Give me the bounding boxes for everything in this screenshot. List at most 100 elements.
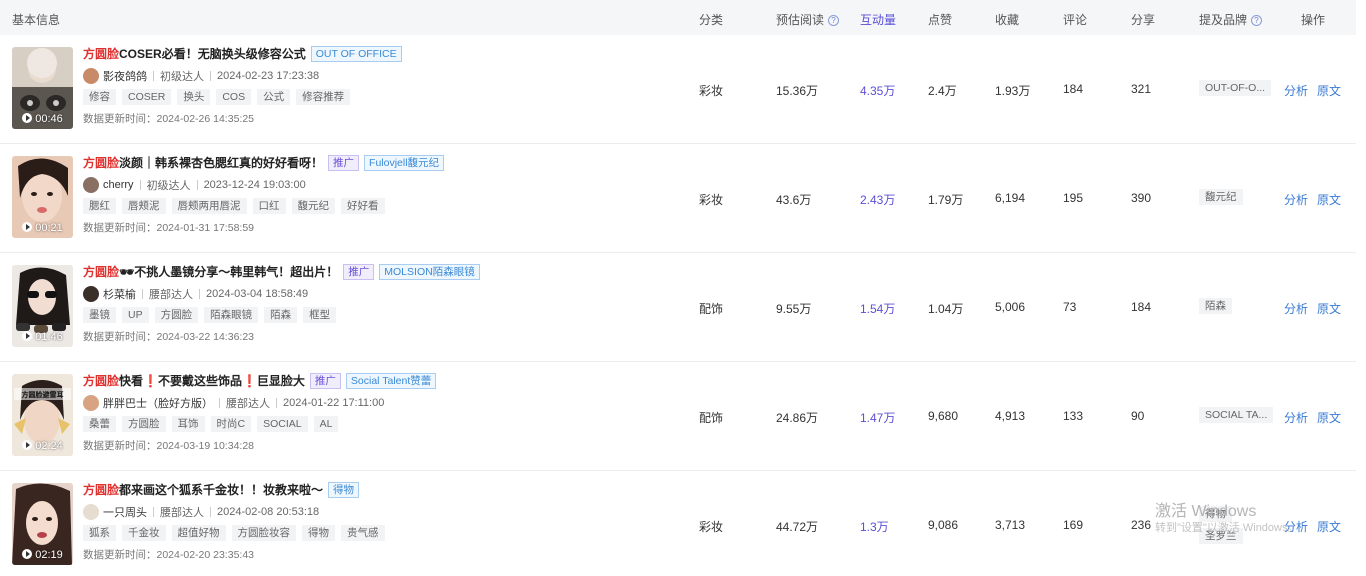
duration-text: 01:46 <box>35 331 63 343</box>
reads-value: 24.86万 <box>776 411 819 425</box>
reads-value: 15.36万 <box>776 84 819 98</box>
post-title[interactable]: 方圆脸COSER必看！无脑换头级修容公式 OUT OF OFFICE <box>83 45 402 62</box>
shares-value: 321 <box>1131 82 1152 96</box>
update-time: 数据更新时间：2024-03-19 10:34:28 <box>83 438 254 453</box>
col-category[interactable]: 分类 <box>699 11 723 28</box>
duration-text: 02:24 <box>35 440 63 452</box>
author-level: 腰部达人 <box>226 398 270 410</box>
title-keyword: 方圆脸 <box>83 483 120 497</box>
activation-watermark-title: 激活 Windows <box>1155 503 1257 520</box>
original-link[interactable]: 原文 <box>1317 300 1341 317</box>
promo-badge: 推广 <box>309 373 341 389</box>
likes-value: 9,086 <box>928 518 959 532</box>
duration-text: 00:46 <box>35 113 63 125</box>
tag: 方圆脸妆容 <box>231 525 296 541</box>
avatar[interactable] <box>83 504 99 520</box>
brand-badge: OUT OF OFFICE <box>310 46 402 62</box>
tag: UP <box>122 307 149 323</box>
thumbnail-caption: 方圆脸避雷耳 <box>21 392 64 399</box>
author-name[interactable]: 杉菜榆 <box>103 286 136 302</box>
original-link[interactable]: 原文 <box>1317 191 1341 208</box>
tag: 陌森眼镜 <box>204 307 259 323</box>
original-link[interactable]: 原文 <box>1317 82 1341 99</box>
tag: 得物 <box>302 525 335 541</box>
brand-badge: MOLSION陌森眼镜 <box>379 264 480 280</box>
author-name[interactable]: 影夜鸽鸽 <box>103 68 147 84</box>
author-line: 影夜鸽鸽 初级达人 2024-02-23 17:23:38 <box>83 68 319 84</box>
analyze-link[interactable]: 分析 <box>1284 191 1308 208</box>
col-interact[interactable]: 互动量 <box>860 11 896 28</box>
video-thumbnail[interactable]: 方圆脸避雷耳 02:24 <box>12 374 73 456</box>
video-thumbnail[interactable]: 00:21 <box>12 156 73 238</box>
help-icon[interactable]: ? <box>828 15 840 26</box>
category-value: 彩妆 <box>699 84 724 98</box>
update-time: 数据更新时间：2024-03-22 14:36:23 <box>83 329 254 344</box>
comments-value: 169 <box>1063 518 1084 532</box>
original-link[interactable]: 原文 <box>1317 518 1341 535</box>
update-value: 2024-02-20 23:35:43 <box>156 549 255 561</box>
tag: 耳饰 <box>171 416 205 432</box>
tag: 陌森 <box>264 307 298 323</box>
shares-value: 184 <box>1131 300 1152 314</box>
tag: 方圆脸 <box>154 307 199 323</box>
author-name[interactable]: cherry <box>103 179 134 191</box>
col-shares[interactable]: 分享 <box>1131 11 1155 28</box>
avatar[interactable] <box>83 177 99 193</box>
col-reads-label: 预估阅读 <box>776 13 825 27</box>
comments-value: 195 <box>1063 191 1084 205</box>
tag: 好好看 <box>341 198 385 214</box>
interact-value: 1.47万 <box>860 411 896 425</box>
author-name[interactable]: 胖胖巴士（脸好方版） <box>103 395 213 411</box>
col-comments[interactable]: 评论 <box>1063 11 1087 28</box>
table-row: 02:19 方圆脸都来画这个狐系千金妆！！妆教来啦～ 得物 一只周头 腰部达人 2… <box>0 471 1356 576</box>
analyze-link[interactable]: 分析 <box>1284 409 1308 426</box>
update-value: 2024-03-22 14:36:23 <box>156 331 255 343</box>
title-text: 淡颜｜韩系裸杏色腮红真的好好看呀！ <box>119 156 324 170</box>
tag: COS <box>216 89 252 105</box>
title-text: 快看❗不要戴这些饰品❗巨显脸大 <box>119 374 305 388</box>
update-value: 2024-02-26 14:35:25 <box>156 113 255 125</box>
video-thumbnail[interactable]: 02:19 <box>12 483 73 565</box>
tag: 千金妆 <box>122 525 166 541</box>
shares-value: 236 <box>1131 518 1152 532</box>
reads-value: 44.72万 <box>776 520 819 534</box>
play-icon <box>22 440 33 450</box>
tag: 桑蕾 <box>83 416 116 432</box>
tag-list: 桑蕾 方圆脸 耳饰 时尚C SOCIAL AL <box>83 416 344 432</box>
update-label: 数据更新时间： <box>83 549 157 561</box>
category-value: 配饰 <box>699 411 724 425</box>
title-keyword: 方圆脸 <box>83 47 120 61</box>
author-line: cherry 初级达人 2023-12-24 19:03:00 <box>83 177 306 193</box>
avatar[interactable] <box>83 286 99 302</box>
col-favs[interactable]: 收藏 <box>995 11 1019 28</box>
video-thumbnail[interactable]: 00:46 <box>12 47 73 129</box>
post-title[interactable]: 方圆脸🕶不挑人墨镜分享～韩里韩气！超出片！ 推广 MOLSION陌森眼镜 <box>83 263 480 280</box>
col-likes[interactable]: 点赞 <box>928 11 952 28</box>
play-icon <box>22 549 33 559</box>
col-reads[interactable]: 预估阅读? <box>776 11 840 28</box>
divider <box>210 71 211 81</box>
avatar[interactable] <box>83 395 99 411</box>
post-title[interactable]: 方圆脸都来画这个狐系千金妆！！妆教来啦～ 得物 <box>83 481 360 498</box>
post-title[interactable]: 方圆脸快看❗不要戴这些饰品❗巨显脸大 推广 Social Talent赞蕾 <box>83 372 437 389</box>
analyze-link[interactable]: 分析 <box>1284 82 1308 99</box>
update-value: 2024-03-19 10:34:28 <box>156 440 255 452</box>
brand-badge: 得物 <box>328 482 360 498</box>
author-name[interactable]: 一只周头 <box>103 504 147 520</box>
analyze-link[interactable]: 分析 <box>1284 300 1308 317</box>
table-header: 基本信息 分类 预估阅读? 互动量 点赞 收藏 评论 分享 提及品牌? 操作 <box>0 0 1356 35</box>
video-duration: 00:46 <box>12 113 73 125</box>
update-time: 数据更新时间：2024-02-26 14:35:25 <box>83 111 254 126</box>
update-label: 数据更新时间： <box>83 222 157 234</box>
publish-time: 2024-01-22 17:11:00 <box>283 397 385 409</box>
col-basic-info: 基本信息 <box>12 13 61 27</box>
play-icon <box>22 331 33 341</box>
post-title[interactable]: 方圆脸淡颜｜韩系裸杏色腮红真的好好看呀！ 推广 Fulovjell馥元纪 <box>83 154 445 171</box>
avatar[interactable] <box>83 68 99 84</box>
play-icon <box>22 113 33 123</box>
original-link[interactable]: 原文 <box>1317 409 1341 426</box>
help-icon[interactable]: ? <box>1251 15 1263 26</box>
title-keyword: 方圆脸 <box>83 374 120 388</box>
tag: 贵气感 <box>341 525 385 541</box>
video-thumbnail[interactable]: 01:46 <box>12 265 73 347</box>
